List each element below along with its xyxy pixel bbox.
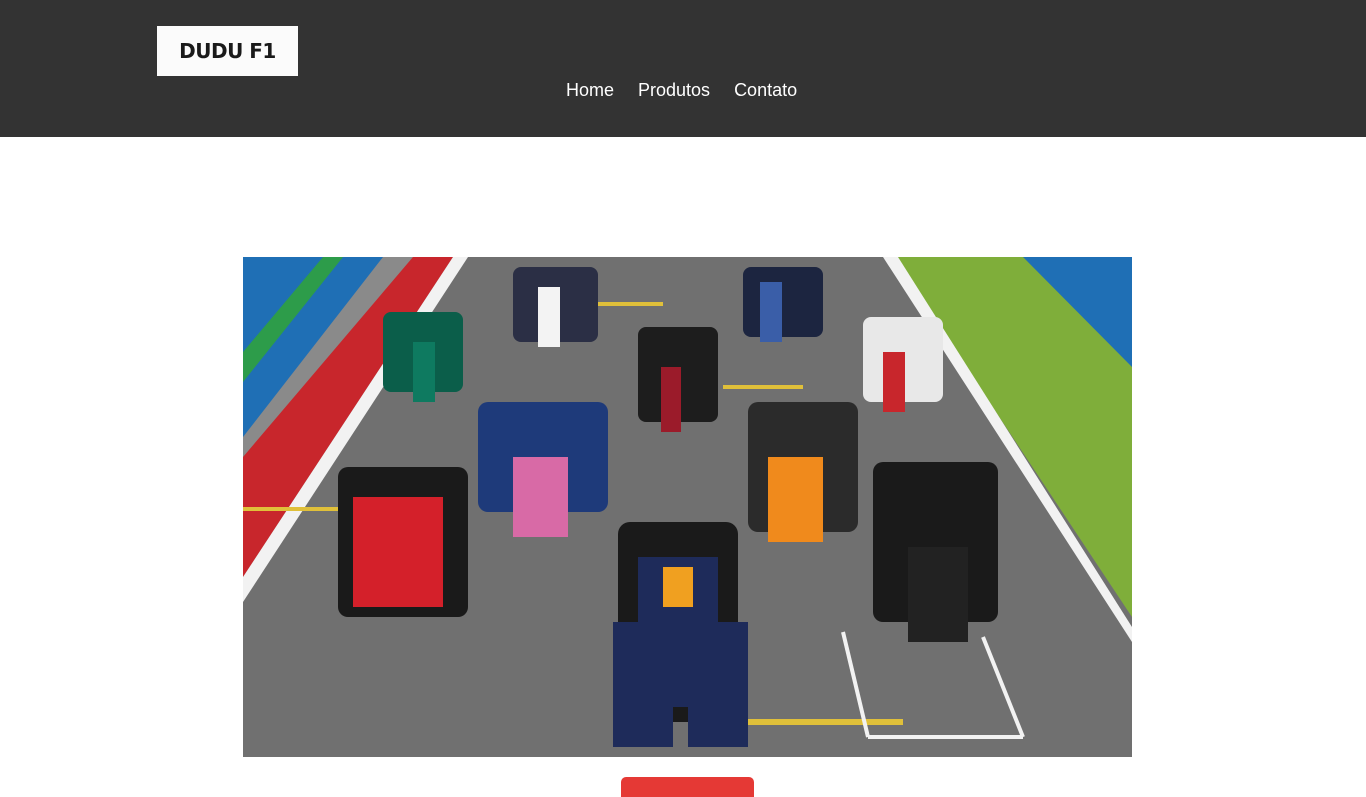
- car-redbull: [613, 522, 748, 747]
- cta-button[interactable]: [621, 777, 754, 797]
- car-mercedes: [873, 462, 998, 642]
- main-nav: Home Produtos Contato: [566, 79, 797, 101]
- nav-produtos-link[interactable]: Produtos: [638, 79, 710, 101]
- nav-home-link[interactable]: Home: [566, 79, 614, 101]
- site-logo[interactable]: DUDU F1: [157, 26, 298, 76]
- car-ferrari: [338, 467, 468, 617]
- car-white-haas: [863, 317, 943, 412]
- site-header: DUDU F1 Home Produtos Contato: [0, 0, 1366, 137]
- car-green: [383, 312, 463, 402]
- hero-image: [243, 257, 1132, 757]
- car-red-black: [638, 327, 718, 432]
- car-mclaren: [748, 402, 858, 542]
- car-white-navy: [513, 267, 598, 347]
- car-blue: [743, 267, 823, 342]
- f1-grid-photo: [243, 257, 1132, 757]
- nav-contato-link[interactable]: Contato: [734, 79, 797, 101]
